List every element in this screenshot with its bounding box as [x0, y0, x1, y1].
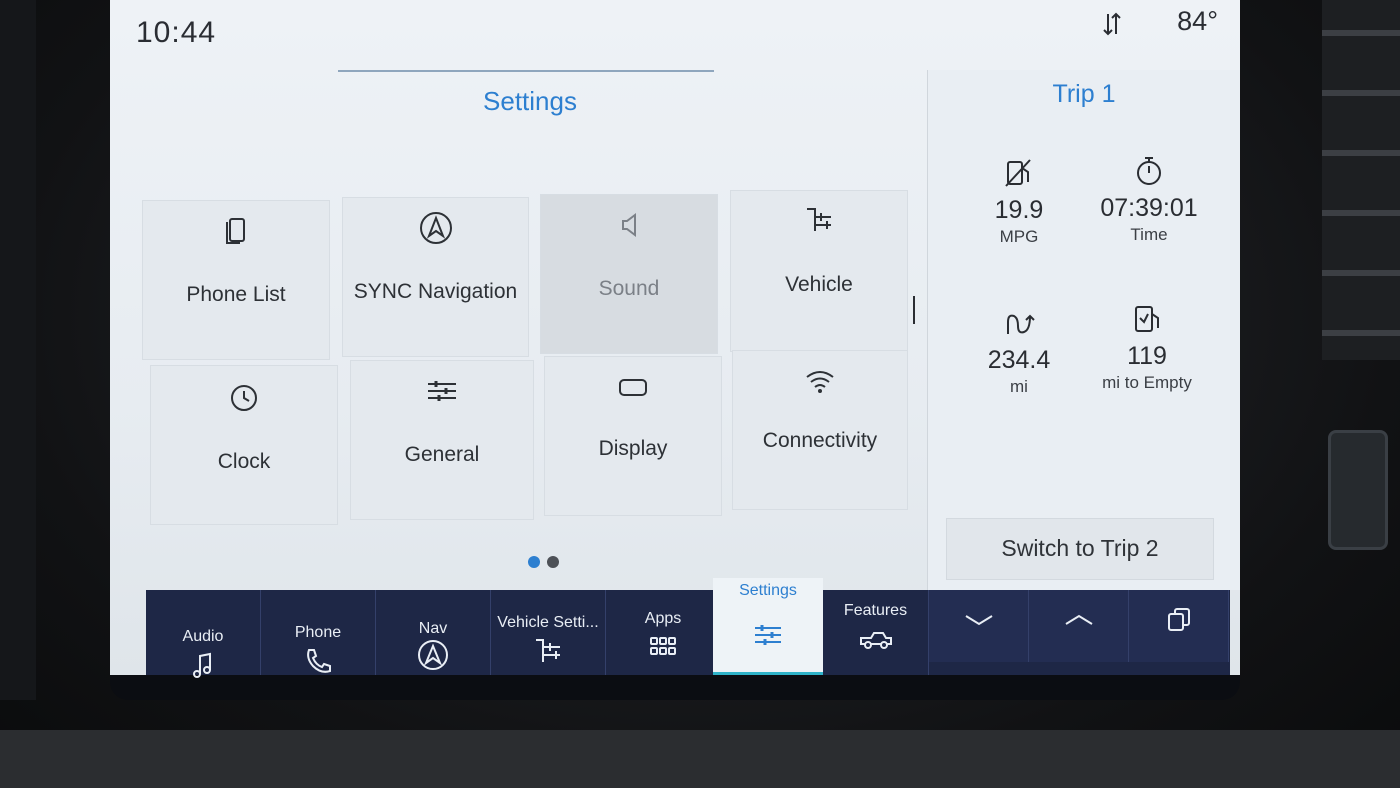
phone-handset-icon: [307, 649, 331, 673]
nav-audio[interactable]: Audio: [146, 590, 261, 678]
clock-readout: 10:44: [136, 16, 217, 49]
switch-trip-button[interactable]: Switch to Trip 2: [946, 518, 1214, 580]
trip-panel: Trip 1 19.9 MPG 07:39:01 Time 234.4 mi 1…: [927, 70, 1240, 590]
metric-unit: MPG: [999, 227, 1039, 246]
temperature-readout: 84°: [1177, 6, 1218, 36]
tile-label: Clock: [217, 450, 271, 473]
page-title: Settings: [483, 86, 577, 116]
tile-phone-list[interactable]: Phone List: [142, 200, 330, 360]
page-dot[interactable]: [547, 556, 559, 568]
fuel-economy-icon: [1005, 159, 1031, 187]
tile-clock[interactable]: Clock: [150, 365, 338, 525]
app-grid-icon: [650, 637, 676, 655]
nav-label: Features: [843, 602, 908, 619]
wifi-icon: [806, 371, 834, 393]
vehicle-settings-icon: [807, 208, 831, 231]
sliders-icon: [428, 381, 456, 401]
nav-apps[interactable]: Apps: [606, 590, 721, 675]
nav-vehicle-settings[interactable]: Vehicle Setti...: [491, 590, 606, 675]
fuel-pump-icon: [1135, 306, 1159, 332]
scrollbar[interactable]: [913, 296, 915, 324]
nav-label: Nav: [418, 620, 448, 637]
tile-general[interactable]: General: [350, 360, 534, 520]
usb-port: [1328, 430, 1388, 550]
overlapping-windows-icon: [1168, 608, 1190, 631]
metric-fuel-economy: 19.9 MPG: [944, 156, 1094, 247]
speaker-icon: [622, 213, 636, 237]
scroll-up-button[interactable]: [1029, 590, 1129, 662]
clock-icon: [231, 385, 257, 411]
bottom-nav: Audio Phone Nav Vehicle Setti... Apps Se…: [146, 578, 1230, 678]
nav-label: Phone: [294, 624, 342, 641]
sliders-icon: [755, 625, 781, 645]
tile-vehicle[interactable]: Vehicle: [730, 190, 908, 352]
metric-value: 07:39:01: [1100, 194, 1198, 222]
nav-nav[interactable]: Nav: [376, 590, 491, 675]
stopwatch-icon: [1137, 157, 1161, 185]
tile-connectivity[interactable]: Connectivity: [732, 350, 908, 510]
truck-icon: [859, 632, 892, 649]
switch-view-button[interactable]: [1129, 590, 1229, 662]
music-note-icon: [193, 652, 211, 678]
metric-range: 119 mi to Empty: [1072, 302, 1222, 393]
infotainment-screen: 10:44 84° Settings Phone List SYNC Navig…: [110, 0, 1240, 700]
navigation-arrow-icon: [418, 640, 448, 670]
tile-label: Phone List: [186, 283, 286, 306]
page-indicator: [528, 555, 566, 573]
navigation-arrow-icon: [419, 212, 452, 244]
tile-label: Connectivity: [762, 429, 878, 452]
nav-label: Settings: [739, 582, 797, 599]
display-icon: [619, 379, 647, 396]
tile-display[interactable]: Display: [544, 356, 722, 516]
tile-label: Sound: [598, 277, 660, 300]
right-air-vent: [1322, 0, 1400, 360]
metric-value: 19.9: [994, 196, 1044, 224]
nav-label: Vehicle Setti...: [497, 614, 599, 631]
tile-label: Vehicle: [785, 273, 853, 296]
chevron-down-icon: [965, 615, 993, 626]
title-divider: [338, 70, 714, 72]
tile-label: General: [404, 443, 480, 466]
metric-unit: Time: [1130, 225, 1168, 244]
dash-trim: [0, 730, 1400, 788]
metric-time: 07:39:01 Time: [1074, 154, 1224, 245]
trip-title: Trip 1: [1052, 80, 1116, 108]
tile-label: Display: [598, 437, 668, 460]
nav-phone[interactable]: Phone: [261, 590, 376, 675]
data-transfer-icon: [1103, 12, 1121, 36]
vehicle-settings-icon: [536, 639, 560, 662]
tile-sync-navigation[interactable]: SYNC Navigation: [342, 197, 529, 357]
chevron-up-icon: [1065, 614, 1093, 625]
page-dot-active[interactable]: [528, 556, 540, 568]
status-bar: 10:44 84°: [110, 0, 1240, 70]
tile-label: SYNC Navigation: [353, 280, 518, 303]
tile-sound[interactable]: Sound: [540, 194, 718, 354]
metric-value: 119: [1127, 342, 1167, 370]
distance-icon: [1007, 314, 1035, 334]
metric-unit: mi to Empty: [1102, 373, 1192, 392]
phone-list-icon: [226, 218, 245, 244]
nav-settings[interactable]: Settings: [713, 578, 823, 675]
nav-label: Apps: [644, 610, 682, 627]
left-air-vent: [0, 0, 36, 700]
display-area: 10:44 84° Settings Phone List SYNC Navig…: [110, 0, 1240, 675]
nav-label: Audio: [182, 628, 224, 645]
scroll-down-button[interactable]: [929, 590, 1029, 662]
nav-features[interactable]: Features: [823, 590, 929, 675]
